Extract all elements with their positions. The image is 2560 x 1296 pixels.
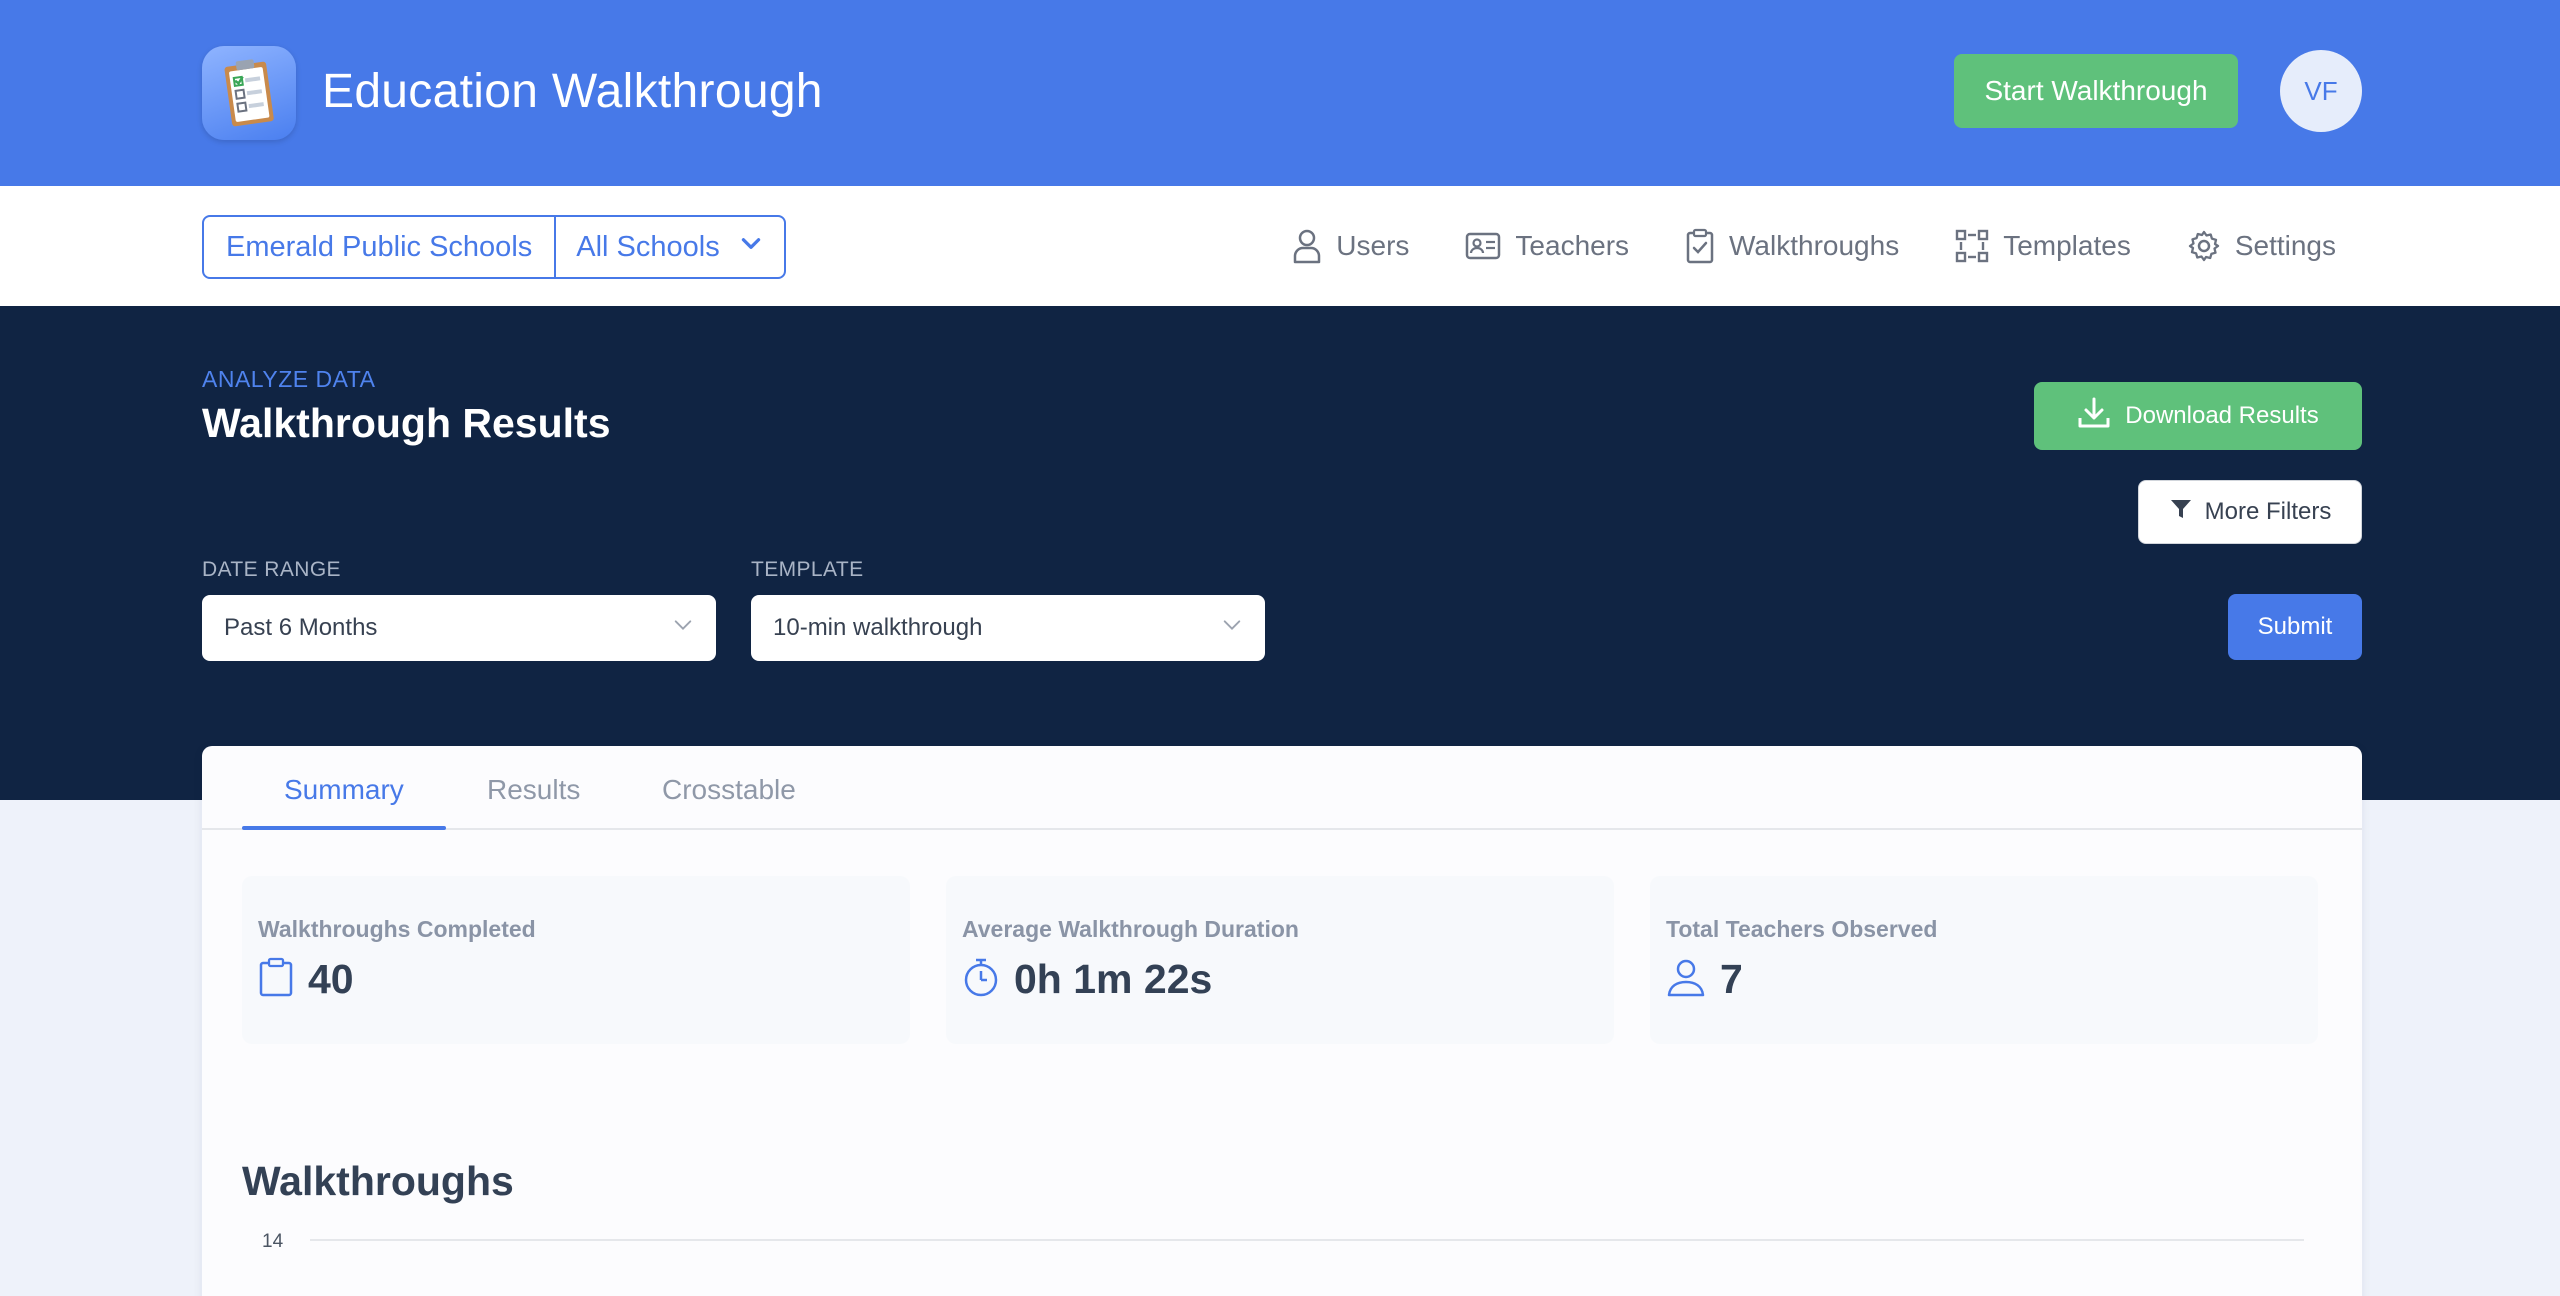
nav-item-walkthroughs[interactable]: Walkthroughs [1685, 228, 1899, 264]
nav-item-label: Walkthroughs [1729, 230, 1900, 261]
nav-item-label: Settings [2234, 230, 2336, 261]
top-bar: Education Walkthrough Start Walkthrough … [0, 0, 2560, 186]
stopwatch-icon [962, 957, 1000, 1002]
stat-walkthroughs-completed: Walkthroughs Completed 40 [242, 876, 910, 1044]
template-select[interactable]: 10-min walkthrough [751, 595, 1265, 661]
app-title: Education Walkthrough [322, 65, 823, 118]
walkthroughs-chart-svg: 14 [262, 1231, 2304, 1252]
start-walkthrough-button[interactable]: Start Walkthrough [1954, 54, 2238, 128]
section-eyebrow: ANALYZE DATA [202, 366, 376, 392]
gear-icon [2187, 229, 2221, 263]
download-icon [2077, 396, 2111, 437]
stat-label: Total Teachers Observed [1666, 916, 1938, 942]
page-title: Walkthrough Results [202, 400, 611, 446]
results-card: Summary Results Crosstable Walkthroughs … [202, 746, 2362, 1296]
nav-bar: Emerald Public Schools All Schools Users… [0, 186, 2560, 306]
nav-item-settings[interactable]: Settings [2187, 229, 2336, 263]
download-results-label: Download Results [2125, 402, 2319, 429]
active-tab-indicator [242, 826, 446, 830]
walkthroughs-chart: 14 [242, 1216, 2322, 1296]
date-range-select[interactable]: Past 6 Months [202, 595, 716, 661]
school-select[interactable]: All Schools [556, 217, 783, 277]
date-range-label: DATE RANGE [202, 558, 341, 581]
stat-value: 0h 1m 22s [1014, 956, 1213, 1002]
more-filters-label: More Filters [2204, 498, 2332, 525]
stat-label: Walkthroughs Completed [258, 916, 536, 942]
clipboard-icon [258, 957, 294, 1002]
stat-average-duration: Average Walkthrough Duration 0h 1m 22s [946, 876, 1614, 1044]
tab-results[interactable]: Results [487, 774, 580, 806]
stat-value: 40 [308, 956, 354, 1002]
nav-item-templates[interactable]: Templates [1955, 229, 2131, 263]
nav-item-label: Users [1336, 230, 1410, 261]
results-tabs: Summary Results Crosstable [202, 746, 2362, 830]
nav-item-label: Templates [2003, 230, 2131, 261]
y-tick-label: 14 [262, 1231, 284, 1252]
more-filters-button[interactable]: More Filters [2138, 480, 2362, 544]
submit-button[interactable]: Submit [2228, 594, 2362, 660]
chevron-down-icon [738, 230, 764, 264]
clipboard-check-icon [1685, 228, 1715, 264]
district-school-selector: Emerald Public Schools All Schools [202, 215, 786, 279]
nav-item-label: Teachers [1515, 230, 1630, 261]
download-results-button[interactable]: Download Results [2034, 382, 2362, 450]
tab-crosstable[interactable]: Crosstable [662, 774, 796, 806]
stat-label: Average Walkthrough Duration [962, 916, 1299, 942]
chevron-down-icon [672, 614, 694, 643]
stat-teachers-observed: Total Teachers Observed 7 [1650, 876, 2318, 1044]
stat-value: 7 [1720, 956, 1743, 1002]
app-logo-icon[interactable] [202, 46, 296, 140]
school-select-value: All Schools [576, 230, 720, 263]
user-icon [1292, 228, 1322, 264]
chevron-down-icon [1221, 614, 1243, 643]
nav-item-users[interactable]: Users [1292, 228, 1409, 264]
template-label: TEMPLATE [751, 558, 864, 581]
id-card-icon [1465, 231, 1501, 261]
user-icon [1666, 957, 1706, 1002]
main-nav: Users Teachers Walkthroughs Templates Se… [1292, 216, 2336, 276]
chart-title: Walkthroughs [242, 1158, 514, 1204]
tab-summary[interactable]: Summary [284, 774, 404, 806]
template-value: 10-min walkthrough [773, 614, 983, 641]
date-range-value: Past 6 Months [224, 614, 378, 641]
nav-item-teachers[interactable]: Teachers [1465, 230, 1629, 262]
user-avatar[interactable]: VF [2280, 50, 2362, 132]
results-header: ANALYZE DATA Walkthrough Results Downloa… [0, 306, 2560, 800]
district-button[interactable]: Emerald Public Schools [204, 217, 557, 277]
filter-icon [2169, 497, 2193, 528]
templates-icon [1955, 229, 1989, 263]
